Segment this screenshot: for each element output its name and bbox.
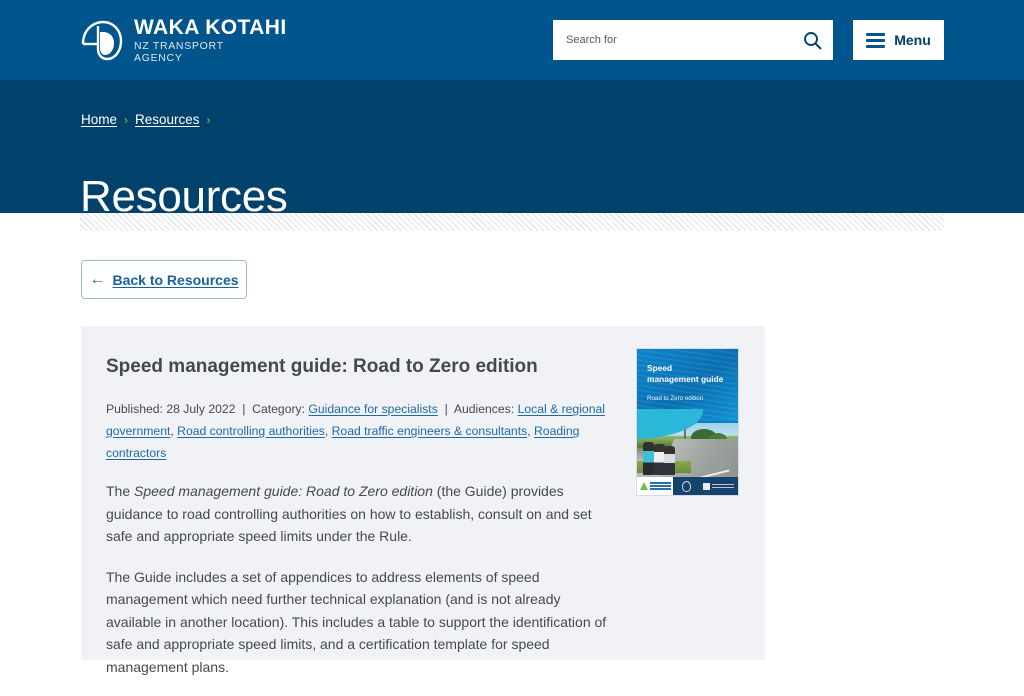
cover-photo-child-3: [664, 446, 675, 475]
green-triangle-icon: [640, 482, 648, 490]
waka-kotahi-koru-logo-icon: [81, 20, 123, 60]
site-header: WAKA KOTAHI NZ TRANSPORT AGENCY Menu: [0, 0, 1024, 80]
breadcrumb-separator-icon-2: ›: [206, 112, 211, 127]
breadcrumb: Home › Resources ›: [81, 112, 211, 127]
resource-paragraph-2: The Guide includes a set of appendices t…: [106, 568, 607, 675]
meta-comma-1: ,: [170, 424, 174, 438]
hamburger-icon: [866, 32, 886, 48]
cover-footer-logos: [637, 477, 738, 495]
search-icon: [803, 31, 821, 49]
cover-footer-logo-crest: [673, 477, 700, 495]
audience-link-road-controlling-authorities[interactable]: Road controlling authorities: [177, 424, 325, 438]
meta-divider-2: |: [444, 402, 448, 416]
logo-secondary-text: NZ TRANSPORT AGENCY: [134, 40, 287, 64]
resource-meta: Published: 28 July 2022 | Category: Guid…: [106, 398, 611, 464]
logo-wordmark-bars: [650, 482, 671, 490]
page-hero-band: Home › Resources › Resources: [0, 80, 1024, 221]
cover-title: Speed management guide: [647, 363, 732, 385]
resource-paragraph-1: The Speed management guide: Road to Zero…: [106, 480, 611, 548]
meta-divider-1: |: [242, 402, 246, 416]
breadcrumb-separator-icon: ›: [124, 112, 129, 127]
resource-card-body: Speed management guide: Road to Zero edi…: [106, 354, 611, 696]
cover-photo-child-1: [643, 442, 654, 475]
resource-card: Speed management guide: Road to Zero edi…: [81, 326, 765, 675]
logo-secondary-line2: AGENCY: [134, 51, 183, 64]
logo-secondary-line1: NZ TRANSPORT: [134, 40, 224, 52]
published-label: Published:: [106, 402, 163, 416]
site-logo[interactable]: WAKA KOTAHI NZ TRANSPORT AGENCY: [80, 17, 287, 64]
paragraph-1-lead: The: [106, 483, 135, 499]
audience-link-road-traffic-engineers-consultants[interactable]: Road traffic engineers & consultants: [332, 424, 528, 438]
cover-footer-logo-govt: [699, 477, 738, 495]
logo-primary-text: WAKA KOTAHI: [134, 16, 287, 39]
category-label: Category:: [252, 402, 306, 416]
audiences-label: Audiences:: [453, 402, 515, 416]
search-box: [553, 20, 833, 60]
resource-title: Speed management guide: Road to Zero edi…: [106, 356, 538, 377]
cover-title-line2: management guide: [647, 374, 724, 384]
resource-cover-thumbnail[interactable]: Speed management guide Road to Zero edit…: [636, 348, 739, 496]
menu-button[interactable]: Menu: [853, 20, 944, 60]
breadcrumb-item-resources[interactable]: Resources: [135, 112, 200, 127]
meta-comma-2: ,: [324, 424, 329, 438]
logo-wordmark-lines: [711, 484, 734, 488]
paragraph-1-italic-title: Speed management guide: Road to Zero edi…: [134, 483, 433, 499]
diagonal-hatch-divider: [80, 213, 944, 231]
search-input[interactable]: [564, 20, 797, 60]
search-button[interactable]: [797, 25, 827, 55]
meta-comma-3: ,: [527, 424, 531, 438]
arrow-left-icon: ←: [89, 270, 106, 288]
breadcrumb-item-home[interactable]: Home: [81, 112, 117, 127]
published-date: 28 July 2022: [166, 402, 236, 416]
crest-icon: [681, 480, 691, 492]
back-button-label: Back to Resources: [112, 271, 239, 288]
category-link-guidance-for-specialists[interactable]: Guidance for specialists: [308, 402, 437, 416]
cover-subtitle: Road to Zero edition: [647, 395, 704, 402]
cover-title-line1: Speed: [647, 363, 673, 373]
back-to-resources-button[interactable]: ← Back to Resources: [81, 260, 247, 299]
square-icon: [702, 482, 710, 490]
menu-button-label: Menu: [894, 32, 931, 48]
cover-footer-logo-nzta: [637, 477, 673, 495]
